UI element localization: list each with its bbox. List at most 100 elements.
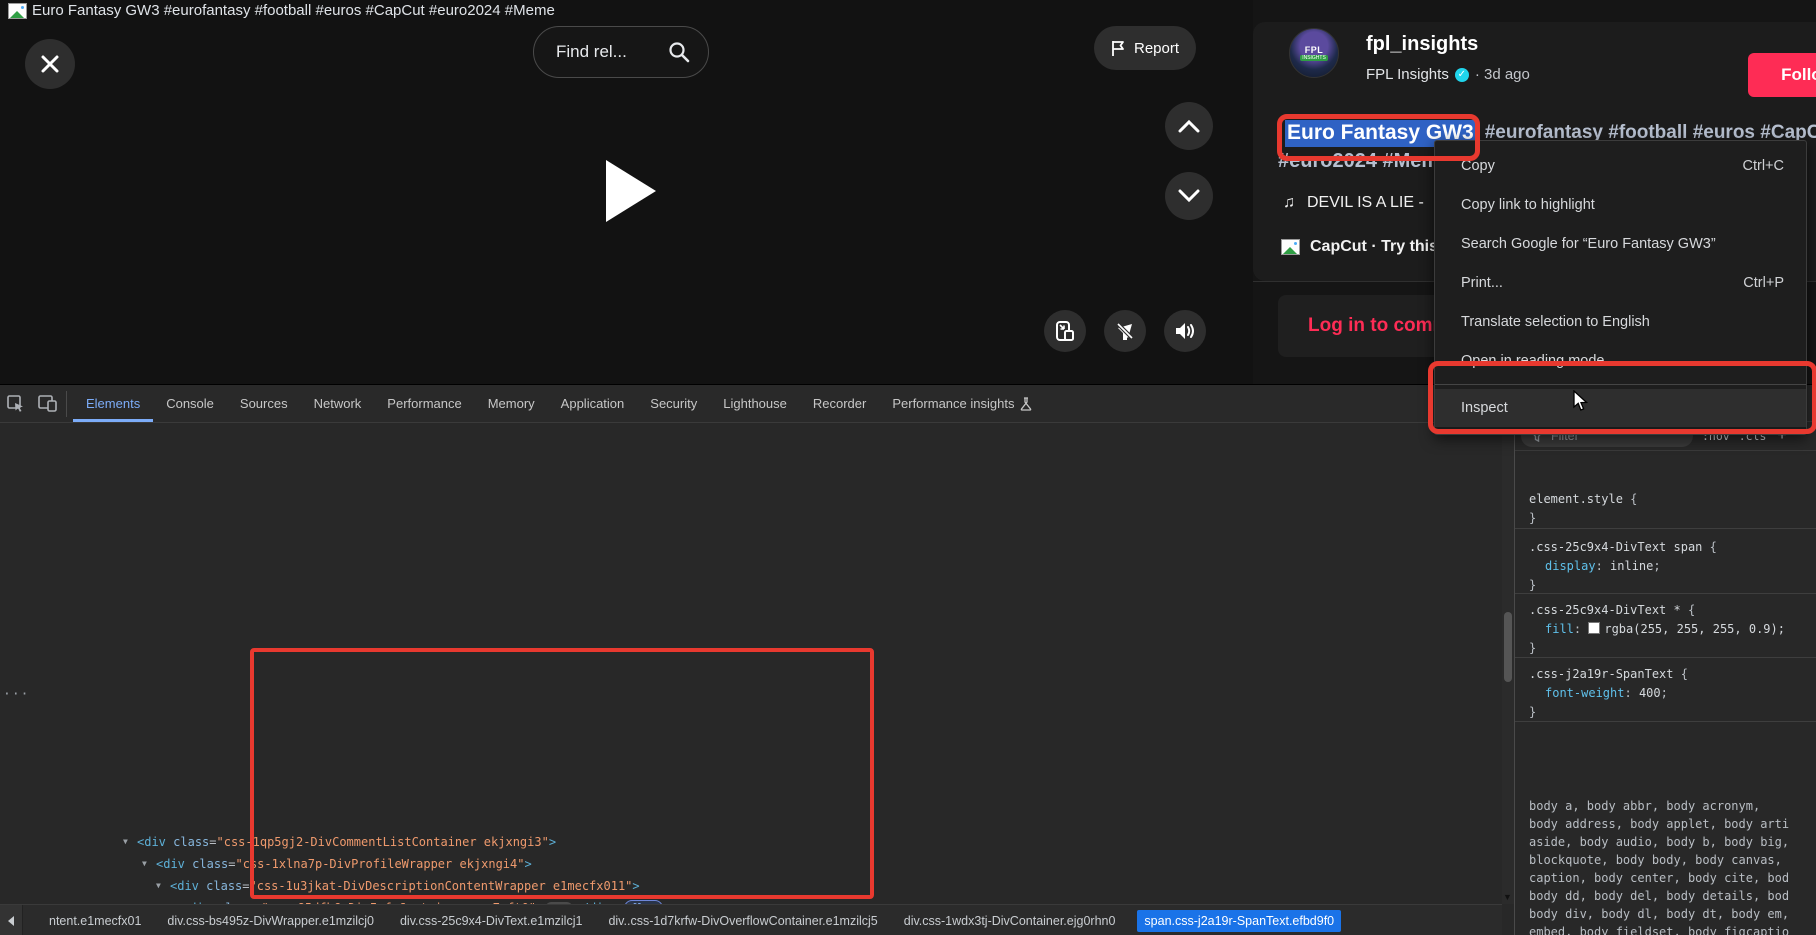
dom-row[interactable]: <div class="css-1xlna7p-DivProfileWrappe…: [156, 854, 532, 874]
css-rule-line[interactable]: font-weight: 400;: [1545, 684, 1668, 703]
menu-item-label: Print...: [1461, 275, 1503, 291]
devtools-tab-lighthouse[interactable]: Lighthouse: [710, 385, 800, 422]
follow-button[interactable]: Follow: [1748, 53, 1816, 97]
devtools-tab-sources[interactable]: Sources: [227, 385, 301, 422]
menu-item-print[interactable]: Print... Ctrl+P: [1435, 263, 1806, 302]
breadcrumb-item[interactable]: ntent.e1mecfx01: [49, 914, 141, 928]
display-name[interactable]: FPL Insights: [1366, 66, 1449, 83]
collapse-arrow-icon[interactable]: ▼: [156, 876, 161, 896]
collapse-arrow-icon[interactable]: ▼: [142, 854, 147, 874]
search-input[interactable]: Find rel...: [533, 26, 709, 78]
menu-item-copy[interactable]: Copy Ctrl+C: [1435, 146, 1806, 185]
next-video-button[interactable]: [1165, 172, 1213, 220]
devtools-tab-network[interactable]: Network: [301, 385, 375, 422]
menu-item-label: Open in reading mode: [1461, 353, 1605, 369]
music-note-icon: ♫: [1283, 194, 1295, 212]
video-title: Euro Fantasy GW3 #eurofantasy #football …: [32, 2, 555, 19]
report-label: Report: [1134, 40, 1179, 57]
avatar[interactable]: FPL INSIGHTS: [1289, 28, 1339, 78]
flask-icon: [1020, 397, 1032, 411]
breadcrumb-item-selected[interactable]: span.css-j2a19r-SpanText.efbd9f0: [1137, 910, 1341, 932]
css-rule-line[interactable]: }: [1529, 639, 1536, 658]
devtools-tab-application[interactable]: Application: [548, 385, 638, 422]
css-rule-line[interactable]: .css-25c9x4-DivText span {: [1529, 538, 1717, 557]
breadcrumb-item[interactable]: div.css-bs495z-DivWrapper.e1mzilcj0: [167, 914, 374, 928]
breadcrumb-item[interactable]: div.css-1wdx3tj-DivContainer.ejg0rhn0: [904, 914, 1116, 928]
scroll-down-icon[interactable]: ▼: [1503, 892, 1512, 902]
collapse-arrow-icon[interactable]: ▼: [123, 832, 128, 852]
devtools-tab-performance-insights[interactable]: Performance insights: [879, 385, 1045, 422]
rule-separator: [1515, 721, 1816, 722]
play-icon[interactable]: [606, 160, 656, 222]
previous-video-button[interactable]: [1165, 102, 1213, 150]
menu-item-inspect[interactable]: Inspect: [1435, 389, 1806, 427]
verified-icon: ✓: [1455, 68, 1469, 82]
scrollbar-thumb[interactable]: [1504, 612, 1512, 682]
inspect-element-icon[interactable]: [7, 395, 24, 412]
rule-separator: [1515, 657, 1816, 658]
row-overflow-dots[interactable]: ···: [3, 687, 29, 702]
menu-item-shortcut: Ctrl+P: [1743, 275, 1784, 291]
css-selector-list-line: body address, body applet, body arti: [1529, 815, 1789, 833]
menu-item-copy-link-to-highlight[interactable]: Copy link to highlight: [1435, 185, 1806, 224]
username[interactable]: fpl_insights: [1366, 33, 1478, 56]
miniplayer-button[interactable]: [1044, 310, 1086, 352]
css-rule-line[interactable]: }: [1529, 509, 1536, 528]
volume-button[interactable]: [1164, 310, 1206, 352]
css-selector-list-line: body div, body dl, body dt, body em,: [1529, 905, 1789, 923]
menu-item-translate-selection-to-english[interactable]: Translate selection to English: [1435, 302, 1806, 341]
divider: [66, 391, 67, 417]
dom-scrollbar[interactable]: ▲ ▼: [1502, 422, 1514, 904]
broken-image-icon: [1281, 239, 1300, 255]
devtools-tab-recorder[interactable]: Recorder: [800, 385, 879, 422]
dom-row[interactable]: <div class="css-1qp5gj2-DivCommentListCo…: [137, 832, 556, 852]
menu-item-label: Copy: [1461, 158, 1495, 174]
devtools-tab-elements[interactable]: Elements: [73, 385, 153, 422]
devtools-tab-console[interactable]: Console: [153, 385, 227, 422]
css-rule-line[interactable]: fill: rgba(255, 255, 255, 0.9);: [1545, 620, 1785, 639]
css-selector-list-line: body dd, body del, body details, bod: [1529, 887, 1789, 905]
hashtag-links-line2[interactable]: #euro2024 #Meme: [1278, 150, 1450, 173]
flag-icon: [1111, 40, 1126, 57]
elements-dom-tree[interactable]: ▼<div class="css-1qp5gj2-DivCommentListC…: [0, 422, 1502, 904]
autoplay-off-button[interactable]: [1104, 310, 1146, 352]
music-title[interactable]: DEVIL IS A LIE -: [1307, 194, 1424, 212]
breadcrumb-item[interactable]: div.css-25c9x4-DivText.e1mzilcj1: [400, 914, 582, 928]
close-icon: [40, 54, 60, 74]
css-selector-list-line: aside, body audio, body b, body big,: [1529, 833, 1789, 851]
rule-separator: [1515, 528, 1816, 529]
css-rule-line[interactable]: .css-25c9x4-DivText * {: [1529, 601, 1695, 620]
video-player[interactable]: Euro Fantasy GW3 #eurofantasy #football …: [0, 0, 1253, 384]
menu-separator: [1435, 384, 1806, 385]
devtools-tab-memory[interactable]: Memory: [475, 385, 548, 422]
menu-item-shortcut: Ctrl+C: [1743, 158, 1785, 174]
breadcrumb-item[interactable]: div..css-1d7krfw-DivOverflowContainer.e1…: [608, 914, 877, 928]
menu-item-search-google-for-euro-fantasy-gw[interactable]: Search Google for “Euro Fantasy GW3”: [1435, 224, 1806, 263]
close-button[interactable]: [25, 39, 75, 89]
devtools-tab-security[interactable]: Security: [637, 385, 710, 422]
broken-image-icon: [8, 3, 27, 19]
dom-row[interactable]: <div class="css-1u3jkat-DivDescriptionCo…: [170, 876, 640, 896]
styles-sidebar: StylesComputedLayoutEvent List Filter :h…: [1514, 385, 1816, 935]
breadcrumb-scroll-left[interactable]: [0, 905, 23, 935]
css-rule-line[interactable]: .css-j2a19r-SpanText {: [1529, 665, 1688, 684]
video-title-row: Euro Fantasy GW3 #eurofantasy #football …: [8, 2, 555, 19]
search-icon[interactable]: [668, 41, 690, 63]
post-time: · 3d ago: [1475, 66, 1530, 83]
chevron-up-icon: [1178, 119, 1200, 133]
capcut-label[interactable]: CapCut · Try this: [1310, 238, 1438, 256]
css-selector-list-line: caption, body center, body cite, bod: [1529, 869, 1789, 887]
report-button[interactable]: Report: [1094, 26, 1196, 70]
menu-item-label: Search Google for “Euro Fantasy GW3”: [1461, 236, 1716, 252]
cast-disabled-icon: [1114, 320, 1136, 342]
css-selector-list-line: body a, body abbr, body acronym,: [1529, 797, 1760, 815]
rule-separator: [1515, 593, 1816, 594]
devtools-tab-performance[interactable]: Performance: [374, 385, 474, 422]
css-rule-line[interactable]: display: inline;: [1545, 557, 1661, 576]
music-row[interactable]: ♫ DEVIL IS A LIE -: [1283, 194, 1424, 212]
css-rule-line[interactable]: }: [1529, 703, 1536, 722]
menu-item-open-in-reading-mode[interactable]: Open in reading mode: [1435, 341, 1806, 380]
device-toolbar-icon[interactable]: [38, 395, 57, 412]
capcut-row[interactable]: CapCut · Try this: [1281, 238, 1438, 256]
css-rule-line[interactable]: element.style {: [1529, 490, 1637, 509]
